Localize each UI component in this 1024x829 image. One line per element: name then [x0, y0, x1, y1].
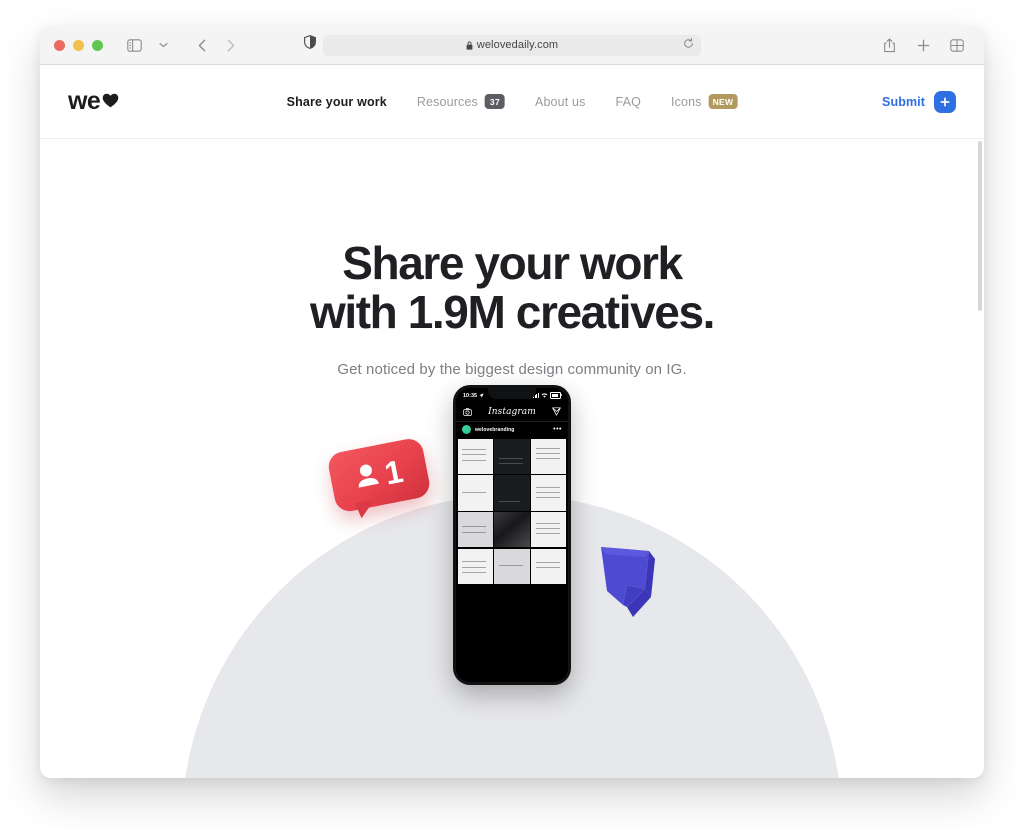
- url-hostname: welovedaily.com: [476, 39, 559, 51]
- nav-label: Share your work: [286, 94, 387, 109]
- hero-artwork: 10:35 Instagram welovebranding ••• 1: [40, 385, 984, 778]
- header-actions: Submit: [882, 90, 956, 113]
- battery-icon: [550, 392, 562, 399]
- page-scrollbar[interactable]: [978, 141, 982, 311]
- share-icon[interactable]: [876, 33, 902, 57]
- browser-toolbar: welovedaily.com: [40, 26, 984, 65]
- nav-item-icons[interactable]: Icons NEW: [670, 94, 738, 109]
- site-logo[interactable]: we: [68, 88, 119, 115]
- grid-cell[interactable]: [494, 475, 530, 511]
- notification-count: 1: [381, 453, 405, 492]
- grid-cell[interactable]: [457, 512, 493, 548]
- grid-cell[interactable]: [457, 475, 493, 511]
- instagram-post-grid: [456, 437, 568, 586]
- logo-text: we: [68, 87, 101, 115]
- back-arrow-icon[interactable]: [189, 33, 215, 57]
- phone-screen: 10:35 Instagram welovebranding •••: [456, 388, 568, 682]
- cursor-arrow-3d-icon: [597, 545, 661, 630]
- sidebar-icon[interactable]: [121, 33, 147, 57]
- hero-title-line-1: Share your work: [342, 237, 683, 289]
- grid-cell[interactable]: [494, 512, 530, 548]
- grid-cell[interactable]: [494, 438, 530, 474]
- messenger-icon[interactable]: [552, 403, 561, 421]
- grid-cell[interactable]: [457, 548, 493, 585]
- account-name: welovebranding: [475, 426, 515, 433]
- toolbar-nav-group: [121, 33, 244, 57]
- page-viewport: we Share your work Resources 37 About us: [40, 65, 984, 778]
- nav-badge-new: NEW: [708, 94, 738, 109]
- phone-mockup: 10:35 Instagram welovebranding •••: [453, 385, 571, 685]
- nav-item-share-your-work[interactable]: Share your work: [287, 95, 387, 109]
- grid-cell[interactable]: [531, 438, 567, 474]
- tab-overview-icon[interactable]: [944, 33, 970, 57]
- site-header: we Share your work Resources 37 About us: [40, 65, 984, 139]
- status-time-group: 10:35: [463, 393, 484, 399]
- url-text-group: welovedaily.com: [466, 39, 558, 51]
- wifi-icon: [541, 393, 548, 398]
- instagram-top-bar: Instagram: [456, 403, 568, 422]
- close-window-button[interactable]: [54, 39, 65, 51]
- more-dots-icon[interactable]: •••: [553, 426, 562, 433]
- nav-item-faq[interactable]: FAQ: [616, 95, 641, 109]
- window-traffic-lights: [54, 39, 103, 51]
- person-icon: [354, 461, 381, 494]
- status-icons-group: [532, 392, 562, 399]
- main-navigation: Share your work Resources 37 About us FA…: [287, 94, 738, 109]
- address-bar[interactable]: welovedaily.com: [323, 34, 701, 56]
- forward-arrow-icon[interactable]: [218, 33, 244, 57]
- page-title: Share your work with 1.9M creatives.: [40, 239, 984, 337]
- plus-icon[interactable]: [910, 33, 936, 57]
- nav-item-about-us[interactable]: About us: [535, 95, 586, 109]
- minimize-window-button[interactable]: [73, 39, 84, 51]
- phone-notch: [488, 388, 536, 399]
- submit-plus-icon[interactable]: [934, 90, 956, 113]
- grid-cell[interactable]: [531, 475, 567, 511]
- zoom-window-button[interactable]: [92, 39, 103, 51]
- instagram-wordmark: Instagram: [488, 407, 536, 417]
- chevron-down-icon[interactable]: [150, 33, 176, 57]
- nav-label: FAQ: [615, 94, 641, 109]
- hero-section: Share your work with 1.9M creatives. Get…: [40, 139, 984, 378]
- nav-label: About us: [534, 94, 586, 109]
- hero-title-line-2: with 1.9M creatives.: [309, 285, 715, 338]
- hero-subtitle: Get noticed by the biggest design commun…: [337, 360, 687, 378]
- notification-bubble-body: 1: [326, 436, 432, 514]
- nav-item-resources[interactable]: Resources 37: [417, 94, 505, 109]
- grid-cell[interactable]: [457, 438, 493, 474]
- nav-label: Resources: [416, 94, 478, 109]
- avatar: [462, 425, 471, 434]
- grid-cell[interactable]: [494, 548, 530, 585]
- grid-cell[interactable]: [531, 548, 567, 585]
- instagram-account-row: welovebranding •••: [456, 422, 568, 437]
- grid-cell[interactable]: [531, 512, 567, 548]
- nav-label: Icons: [670, 94, 702, 109]
- toolbar-right-group: [876, 33, 970, 57]
- submit-button[interactable]: Submit: [882, 95, 925, 109]
- heart-icon: [102, 88, 119, 113]
- shield-icon[interactable]: [304, 34, 316, 49]
- reload-icon[interactable]: [683, 36, 694, 54]
- browser-window: welovedaily.com we Share your work Resou…: [40, 26, 984, 778]
- nav-badge-count: 37: [484, 94, 505, 109]
- camera-icon[interactable]: [463, 403, 472, 421]
- location-arrow-icon: [478, 393, 484, 398]
- status-time: 10:35: [463, 392, 478, 399]
- lock-icon: [466, 41, 473, 50]
